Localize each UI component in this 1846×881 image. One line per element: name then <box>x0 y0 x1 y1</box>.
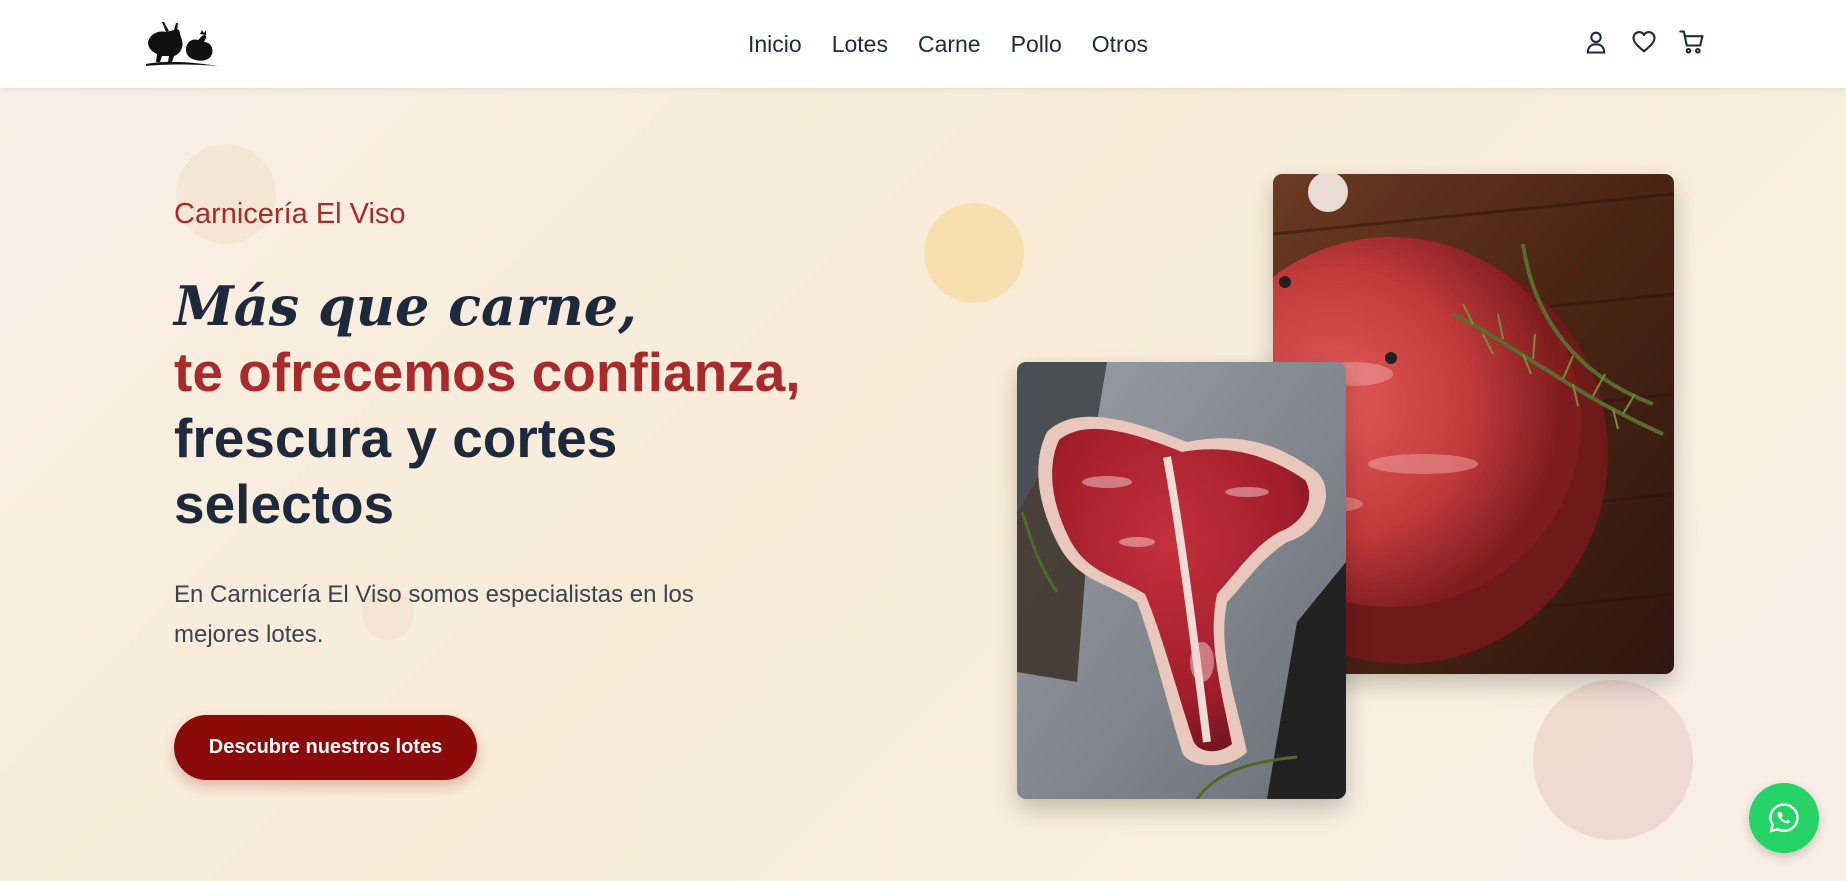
headline-line-4: selectos <box>174 473 395 535</box>
decorative-circle <box>1533 680 1693 840</box>
t-bone-steak-photo <box>1017 362 1346 799</box>
cow-chicken-logo-icon <box>146 22 218 66</box>
headline-line-1: Más que carne, <box>174 274 637 338</box>
cart-icon[interactable] <box>1678 28 1706 56</box>
nav-otros[interactable]: Otros <box>1092 31 1148 58</box>
nav-carne[interactable]: Carne <box>918 31 981 58</box>
hero-description: En Carnicería El Viso somos especialista… <box>174 581 694 648</box>
nav-inicio[interactable]: Inicio <box>748 31 802 58</box>
site-header: Inicio Lotes Carne Pollo Otros <box>0 0 1846 88</box>
hero-section: Carnicería El Viso Más que carne, te ofr… <box>0 88 1846 881</box>
headline-line-2: te ofrecemos confianza, <box>174 341 801 403</box>
nav-pollo[interactable]: Pollo <box>1011 31 1062 58</box>
hero-headline: Más que carne, te ofrecemos confianza, f… <box>174 273 801 537</box>
headline-line-3: frescura y cortes <box>174 407 618 469</box>
header-actions <box>1582 28 1706 56</box>
nav-lotes[interactable]: Lotes <box>832 31 888 58</box>
decorative-circle <box>924 203 1024 303</box>
user-icon[interactable] <box>1582 28 1610 56</box>
whatsapp-icon <box>1769 803 1799 833</box>
brand-name: Carnicería El Viso <box>174 198 406 230</box>
heart-icon[interactable] <box>1630 28 1658 56</box>
main-nav: Inicio Lotes Carne Pollo Otros <box>0 0 1846 88</box>
logo[interactable] <box>144 20 220 68</box>
whatsapp-button[interactable] <box>1749 783 1819 853</box>
discover-lots-button[interactable]: Descubre nuestros lotes <box>174 715 477 780</box>
